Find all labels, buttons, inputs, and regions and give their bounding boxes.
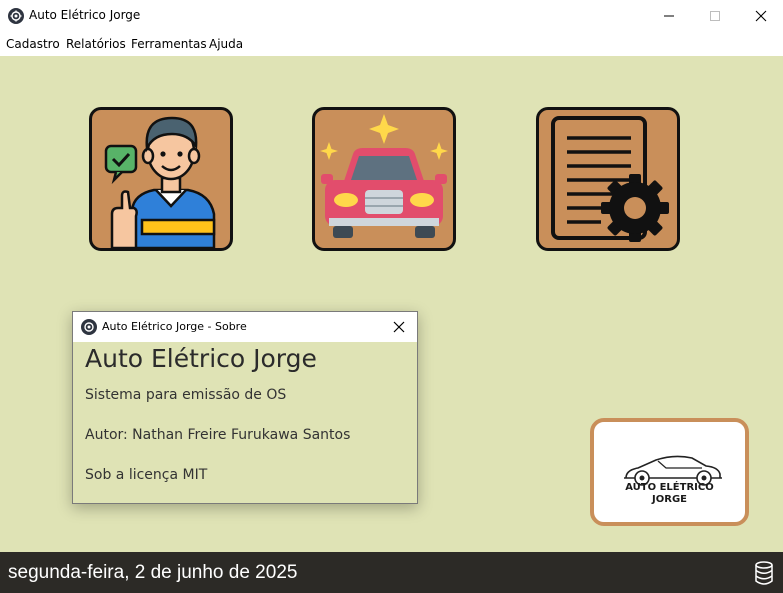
- client-tile-button[interactable]: [89, 107, 233, 251]
- menu-cadastro[interactable]: Cadastro: [6, 37, 60, 51]
- logo-line-1: AUTO ELÉTRICO: [625, 482, 714, 493]
- minimize-icon: [664, 15, 674, 17]
- mechanic-thumbs-up-icon: [104, 116, 216, 248]
- menu-relatorios[interactable]: Relatórios: [66, 37, 126, 51]
- service-order-tile-button[interactable]: [536, 107, 680, 251]
- about-dialog: Auto Elétrico Jorge - Sobre Auto Elétric…: [72, 311, 418, 504]
- dialog-description: Sistema para emissão de OS: [85, 387, 287, 403]
- close-button[interactable]: [738, 0, 783, 32]
- minimize-button[interactable]: [646, 0, 692, 32]
- logo-line-2: JORGE: [652, 494, 687, 505]
- close-icon: [755, 10, 767, 22]
- dialog-title: Auto Elétrico Jorge - Sobre: [102, 320, 247, 333]
- status-date: segunda-feira, 2 de junho de 2025: [8, 562, 298, 583]
- menu-ajuda[interactable]: Ajuda: [209, 37, 243, 51]
- status-bar: segunda-feira, 2 de junho de 2025: [0, 552, 783, 593]
- dialog-license: Sob a licença MIT: [85, 467, 208, 483]
- vehicle-tile-button[interactable]: [312, 107, 456, 251]
- dialog-titlebar: Auto Elétrico Jorge - Sobre: [73, 312, 417, 342]
- dialog-author: Autor: Nathan Freire Furukawa Santos: [85, 427, 351, 443]
- dialog-gear-icon: [81, 319, 97, 335]
- document-gear-icon: [551, 116, 669, 242]
- sparkling-car-icon: [320, 114, 448, 238]
- database-icon[interactable]: [753, 561, 775, 585]
- window-titlebar: Auto Elétrico Jorge: [0, 0, 783, 32]
- close-icon: [393, 321, 405, 333]
- window-title: Auto Elétrico Jorge: [29, 8, 141, 22]
- maximize-icon: [710, 11, 720, 21]
- company-logo: AUTO ELÉTRICO JORGE: [590, 418, 749, 526]
- maximize-button[interactable]: [692, 0, 738, 32]
- dialog-close-button[interactable]: [389, 317, 409, 337]
- menu-bar: Cadastro Relatórios Ferramentas Ajuda: [0, 32, 783, 56]
- menu-ferramentas[interactable]: Ferramentas: [131, 37, 207, 51]
- dialog-heading: Auto Elétrico Jorge: [85, 344, 317, 373]
- app-gear-icon: [8, 8, 24, 24]
